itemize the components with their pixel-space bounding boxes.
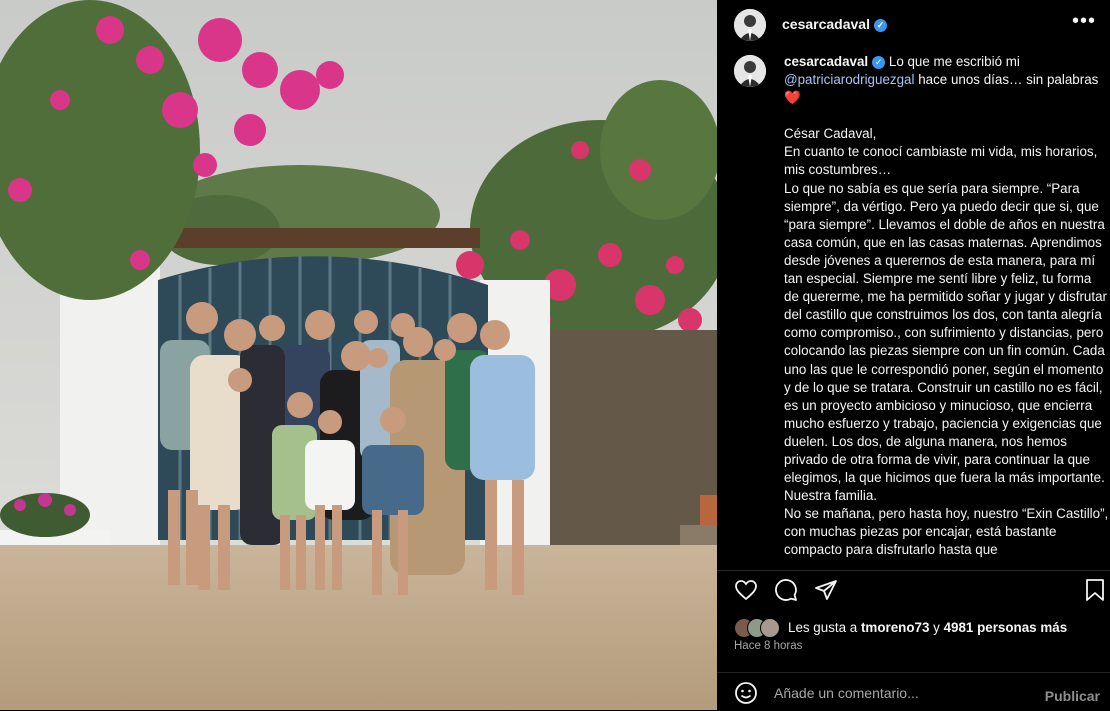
caption-avatar[interactable] xyxy=(734,55,766,87)
likes-middle: y xyxy=(929,620,944,635)
caption-greeting: César Cadaval, xyxy=(784,126,877,142)
likes-count[interactable]: 4981 personas más xyxy=(944,620,1068,635)
verified-badge-icon: ✓ xyxy=(873,18,887,32)
liker-avatar xyxy=(760,618,780,638)
post-actions-bar xyxy=(717,570,1110,611)
caption-spacer xyxy=(784,107,1109,125)
likes-prefix: Les gusta a xyxy=(788,620,861,635)
heart-emoji: ❤️ xyxy=(784,90,801,106)
share-icon[interactable] xyxy=(814,578,838,602)
emoji-icon[interactable] xyxy=(734,681,758,705)
caption-username[interactable]: cesarcadaval xyxy=(784,54,868,69)
mention-link[interactable]: @patriciarodriguezgal xyxy=(784,72,914,87)
avatar-image xyxy=(734,9,766,41)
post-header: cesarcadaval ✓ ••• xyxy=(717,0,1110,50)
likes-summary[interactable]: Les gusta a tmoreno73 y 4981 personas má… xyxy=(788,620,1067,635)
heart-icon[interactable] xyxy=(734,578,758,602)
post-photo[interactable] xyxy=(0,0,717,710)
post-side-panel: cesarcadaval ✓ ••• cesarcadaval ✓ Lo que m… xyxy=(717,0,1110,710)
caption-body: En cuanto te conocí cambiaste mi vida, m… xyxy=(784,144,1109,558)
publish-button[interactable]: Publicar xyxy=(1039,687,1106,705)
caption-intro-1: Lo que me escribió mi xyxy=(888,54,1020,69)
post-caption: cesarcadaval ✓ Lo que me escribió mi @pat… xyxy=(784,53,1109,564)
post-timestamp[interactable]: Hace 8 horas xyxy=(734,640,802,652)
bookmark-icon[interactable] xyxy=(1084,578,1106,602)
comment-icon[interactable] xyxy=(774,578,798,602)
liker-username[interactable]: tmoreno73 xyxy=(861,620,929,635)
profile-avatar[interactable] xyxy=(734,9,766,41)
more-options-icon[interactable]: ••• xyxy=(1072,10,1096,33)
comment-input[interactable] xyxy=(772,681,1036,705)
verified-badge-icon: ✓ xyxy=(872,55,886,69)
avatar-image xyxy=(734,55,766,87)
comment-bar: Publicar xyxy=(717,672,1110,711)
header-username-text[interactable]: cesarcadaval xyxy=(782,16,870,32)
caption-intro-2: hace unos días… sin palabras xyxy=(918,72,1099,88)
family-photo-image xyxy=(0,0,717,710)
header-username[interactable]: cesarcadaval ✓ xyxy=(782,16,887,32)
caption-intro: cesarcadaval ✓ Lo que me escribió mi @pat… xyxy=(784,53,1109,107)
